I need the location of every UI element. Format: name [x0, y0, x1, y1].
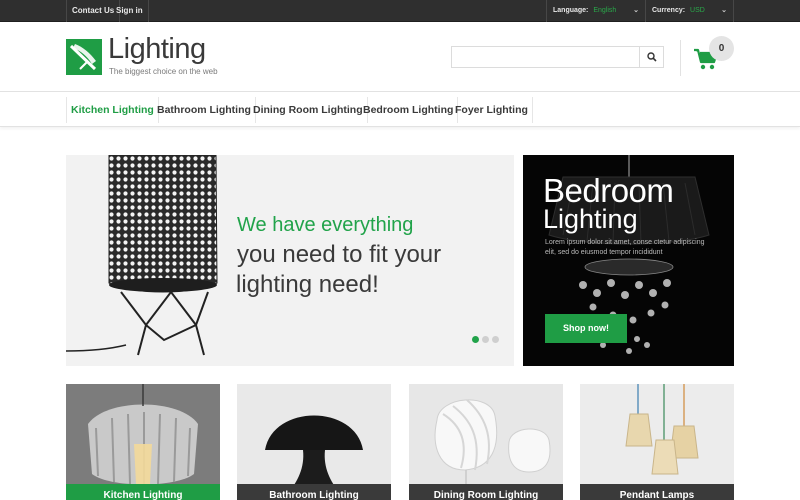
currency-value: USD	[690, 7, 705, 14]
nav-item-foyer-lighting[interactable]: Foyer Lighting	[451, 97, 533, 123]
header-divider	[680, 40, 681, 76]
logo-tagline: The biggest choice on the web	[109, 67, 218, 76]
chevron-down-icon: ⌄	[633, 7, 639, 14]
sign-in-link[interactable]: Sign in	[111, 0, 149, 22]
perforated-lamp-image	[66, 155, 218, 356]
hero-slider[interactable]: We have everything you need to fit your …	[66, 155, 514, 366]
category-label-kitchen-lighting: Kitchen Lighting	[66, 484, 220, 500]
cart-count-badge[interactable]: 0	[709, 36, 734, 61]
bathroom-lamp-image	[237, 384, 391, 500]
promo-subtitle: Lighting	[543, 204, 638, 234]
nav-item-bathroom-lighting[interactable]: Bathroom Lighting	[153, 97, 256, 123]
currency-selector[interactable]: Currency: USD ⌄	[645, 0, 734, 22]
logo-icon[interactable]	[66, 39, 102, 75]
language-selector[interactable]: Language: English ⌄	[546, 0, 645, 22]
category-tile-dining-room-lighting[interactable]: Dining Room Lighting	[409, 384, 563, 500]
category-label-pendant-lamps: Pendant Lamps	[580, 484, 734, 500]
category-label-dining-room-lighting: Dining Room Lighting	[409, 484, 563, 500]
shop-now-button[interactable]: Shop now!	[545, 314, 627, 343]
chevron-down-icon: ⌄	[721, 7, 727, 14]
nav-item-kitchen-lighting[interactable]: Kitchen Lighting	[66, 97, 159, 123]
search-button[interactable]	[639, 47, 663, 67]
bedroom-promo-banner[interactable]: Bedroom Lighting Lorem ipsum dolor sit a…	[523, 155, 734, 366]
nav-item-bedroom-lighting[interactable]: Bedroom Lighting	[359, 97, 459, 123]
nav-item-dining-room-lighting[interactable]: Dining Room Lighting	[249, 97, 368, 123]
hero-headline-3: lighting need!	[236, 271, 379, 298]
category-tile-pendant-lamps[interactable]: Pendant Lamps	[580, 384, 734, 500]
language-value: English	[593, 7, 617, 14]
search-input[interactable]	[452, 47, 638, 67]
kitchen-lamp-image	[66, 384, 220, 500]
slider-pagination	[472, 336, 499, 343]
top-bar: Contact Us Sign in Language: English ⌄ C…	[0, 0, 800, 22]
hero-headline-2: you need to fit your	[237, 241, 442, 268]
pendant-lamps-image	[580, 384, 734, 500]
currency-label: Currency:	[652, 7, 686, 14]
category-tile-kitchen-lighting[interactable]: Kitchen Lighting	[66, 384, 220, 500]
slider-dot-3[interactable]	[492, 336, 499, 343]
slider-dot-1[interactable]	[472, 336, 479, 343]
site-header: Lighting The biggest choice on the web 0	[0, 22, 800, 92]
promo-description: Lorem ipsum dolor sit amet, conse ctetur…	[545, 239, 705, 256]
main-nav: Kitchen Lighting Bathroom Lighting Dinin…	[0, 93, 800, 127]
category-label-bathroom-lighting: Bathroom Lighting	[237, 484, 391, 500]
language-label: Language:	[553, 7, 589, 14]
search-icon	[646, 52, 657, 62]
search-box	[451, 46, 664, 68]
category-tile-bathroom-lighting[interactable]: Bathroom Lighting	[237, 384, 391, 500]
slider-dot-2[interactable]	[482, 336, 489, 343]
dining-room-lamp-image	[409, 384, 563, 500]
logo-title[interactable]: Lighting	[108, 33, 206, 66]
hero-headline-1: We have everything	[237, 214, 414, 236]
